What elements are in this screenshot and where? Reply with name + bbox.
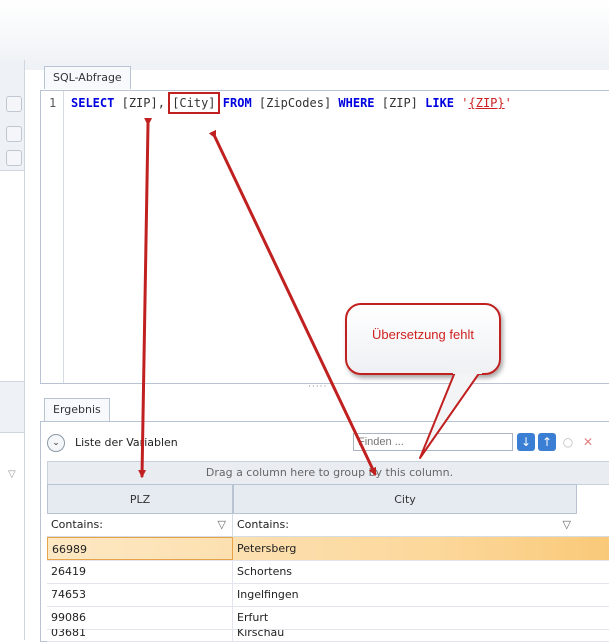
clear-icon[interactable]: ✕: [579, 433, 597, 451]
filter-icon[interactable]: ▽: [563, 514, 571, 536]
window-top-background: [0, 0, 609, 70]
cell-plz[interactable]: 66989: [47, 537, 233, 560]
arrow-up-icon[interactable]: ↑: [538, 433, 556, 451]
group-by-panel[interactable]: Drag a column here to group by this colu…: [47, 461, 609, 485]
cell-plz[interactable]: 74653: [47, 583, 233, 606]
column-header-city[interactable]: City: [233, 484, 577, 514]
keyword-select: SELECT: [71, 96, 115, 110]
filter-row: Contains: ▽ Contains: ▽: [47, 514, 609, 537]
line-gutter: 1: [41, 91, 64, 383]
column-zip: [ZIP],: [121, 96, 165, 110]
result-panel: ⌄ Liste der Variablen ↓ ↑ ○ ✕ Drag a col…: [40, 421, 609, 642]
column-zip-condition: [ZIP]: [381, 96, 418, 110]
left-toolbar-button[interactable]: [6, 150, 22, 166]
cell-plz[interactable]: 99086: [47, 606, 233, 629]
filter-icon[interactable]: ▽: [218, 514, 226, 536]
sql-code-line[interactable]: SELECT [ZIP], [City] FROM [ZipCodes] WHE…: [71, 92, 512, 114]
cell-city[interactable]: Kirschau: [233, 629, 577, 641]
table-row[interactable]: 26419 Schortens: [47, 560, 609, 584]
column-city: [City]: [168, 92, 220, 114]
table-row[interactable]: 74653 Ingelfingen: [47, 583, 609, 607]
cell-city[interactable]: Petersberg: [233, 537, 577, 560]
table-name: [ZipCodes]: [258, 96, 332, 110]
line-number: 1: [49, 96, 57, 110]
filter-cell-city[interactable]: Contains: ▽: [233, 514, 577, 536]
keyword-from: FROM: [222, 96, 252, 110]
cell-city[interactable]: Erfurt: [233, 606, 577, 629]
table-row[interactable]: 99086 Erfurt: [47, 606, 609, 630]
cell-city[interactable]: Schortens: [233, 560, 577, 583]
left-toolbar-button[interactable]: [6, 126, 22, 142]
find-input[interactable]: [353, 433, 513, 451]
annotation-callout: Übersetzung fehlt: [345, 303, 501, 375]
column-header-plz[interactable]: PLZ: [47, 484, 233, 514]
table-row[interactable]: 03681 Kirschau: [47, 629, 609, 642]
variables-list-label[interactable]: Liste der Variablen: [75, 436, 178, 449]
parameter-zip: {ZIP}: [468, 96, 505, 110]
callout-text: Übersetzung fehlt: [372, 327, 474, 342]
left-side-panel-lower: ▽: [0, 432, 24, 641]
chevron-down-icon[interactable]: ⌄: [47, 434, 65, 452]
splitter-grip[interactable]: ·····: [308, 382, 327, 392]
tab-sql-query[interactable]: SQL-Abfrage: [44, 66, 131, 89]
string-quote-close: ': [504, 96, 512, 110]
filter-label: Contains:: [51, 518, 103, 531]
table-row[interactable]: 66989 Petersberg: [47, 537, 609, 561]
left-side-panel: [0, 170, 24, 382]
filter-icon[interactable]: ▽: [8, 469, 16, 480]
arrow-down-icon[interactable]: ↓: [517, 433, 535, 451]
keyword-like: LIKE: [425, 96, 455, 110]
cell-plz[interactable]: 03681: [47, 629, 233, 641]
left-toolbar-button[interactable]: [6, 96, 22, 112]
sql-editor[interactable]: 1 SELECT [ZIP], [City] FROM [ZipCodes] W…: [40, 90, 609, 384]
filter-label: Contains:: [237, 518, 289, 531]
keyword-where: WHERE: [338, 96, 375, 110]
filter-cell-plz[interactable]: Contains: ▽: [47, 514, 233, 536]
pane-splitter[interactable]: ·····: [40, 382, 609, 392]
cell-plz[interactable]: 26419: [47, 560, 233, 583]
cell-city[interactable]: Ingelfingen: [233, 583, 577, 606]
string-quote-open: ': [461, 96, 469, 110]
lightbulb-icon[interactable]: ○: [559, 433, 577, 451]
tab-result[interactable]: Ergebnis: [44, 398, 110, 421]
